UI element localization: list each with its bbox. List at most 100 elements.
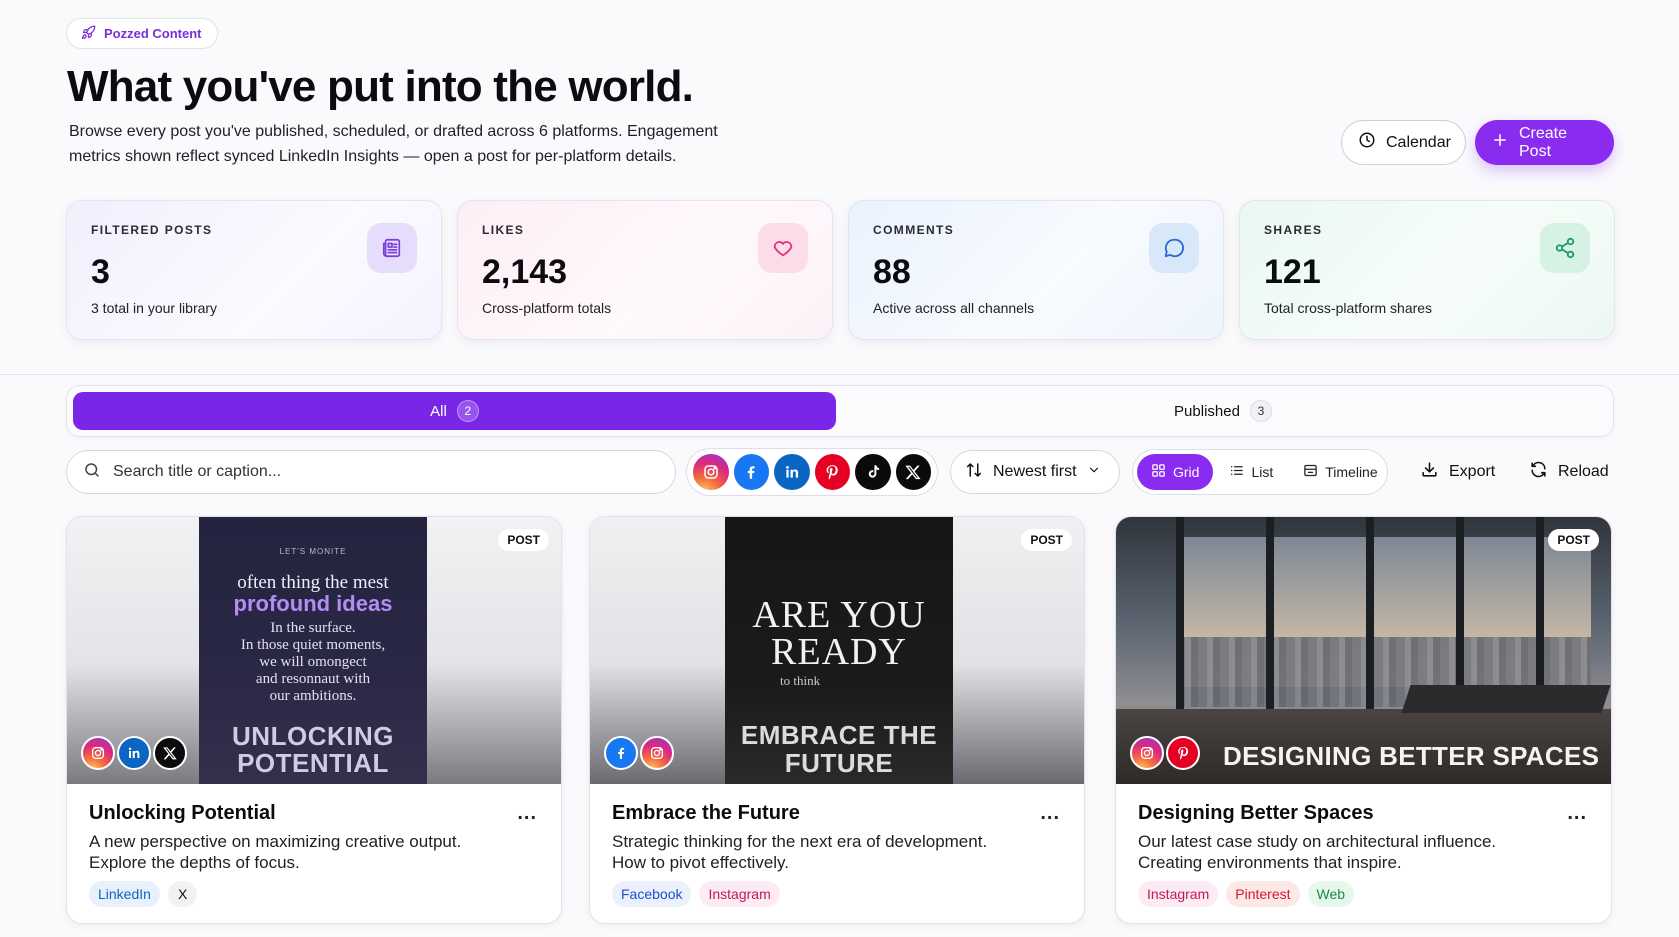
- poster-headline: ARE YOU READY: [725, 596, 953, 671]
- tiktok-icon: [868, 465, 879, 478]
- export-label: Export: [1449, 463, 1496, 480]
- more-options-button[interactable]: ...: [1567, 802, 1587, 825]
- card-title: Designing Better Spaces: [1138, 802, 1374, 824]
- post-badge: POST: [498, 529, 549, 551]
- card-description: Our latest case study on architectural i…: [1138, 831, 1589, 873]
- poster-headline: UNLOCKING POTENTIAL: [199, 723, 427, 777]
- poster-image: ARE YOU READY to think EMBRACE THE FUTUR…: [725, 517, 953, 784]
- card-description-line: Our latest case study on architectural i…: [1138, 832, 1497, 851]
- instagram-filter-button[interactable]: [693, 454, 729, 490]
- poster-image: LET'S MONITE often thing the mest profou…: [199, 517, 427, 784]
- calendar-label: Calendar: [1386, 133, 1451, 151]
- section-pill: Pozzed Content: [66, 18, 218, 49]
- stat-sub: Cross-platform totals: [482, 300, 612, 316]
- chip-pinterest: Pinterest: [1226, 881, 1300, 907]
- timeline-icon: [1303, 463, 1318, 481]
- linkedin-icon: [117, 736, 151, 770]
- platform-chips: Facebook Instagram: [612, 881, 1062, 907]
- view-label: Timeline: [1325, 464, 1378, 480]
- card-body: Unlocking Potential ... A new perspectiv…: [67, 784, 561, 923]
- linkedin-filter-button[interactable]: [774, 454, 810, 490]
- status-tabs: All 2 Published 3: [66, 385, 1614, 437]
- chip-web: Web: [1307, 881, 1355, 907]
- chip-facebook: Facebook: [612, 881, 692, 907]
- tab-count: 2: [456, 400, 479, 422]
- clock-icon: [1358, 131, 1376, 154]
- page-subtitle: Browse every post you've published, sche…: [69, 123, 718, 165]
- poster-headline-line: POTENTIAL: [237, 748, 389, 778]
- facebook-filter-button[interactable]: [733, 454, 769, 490]
- section-divider: [0, 374, 1679, 375]
- card-description: A new perspective on maximizing creative…: [89, 831, 539, 873]
- tab-label: Published: [1174, 402, 1240, 420]
- stat-card-filtered-posts: FILTERED POSTS 3 3 total in your library: [66, 200, 442, 340]
- post-thumbnail: DESIGNING BETTER SPACES POST: [1116, 517, 1611, 784]
- pinterest-icon: [1166, 736, 1200, 770]
- card-body: Designing Better Spaces ... Our latest c…: [1116, 784, 1611, 923]
- rocket-icon: [81, 25, 96, 43]
- chip-x: X: [167, 881, 198, 907]
- calendar-button[interactable]: Calendar: [1341, 120, 1466, 165]
- facebook-icon: [604, 736, 638, 770]
- instagram-icon: [81, 736, 115, 770]
- poster-headline-line: UNLOCKING: [232, 721, 394, 751]
- post-thumbnail: ARE YOU READY to think EMBRACE THE FUTUR…: [590, 517, 1084, 784]
- tab-label: All: [430, 402, 447, 420]
- pinterest-icon: [826, 465, 839, 480]
- tiktok-filter-button[interactable]: [855, 454, 891, 490]
- platform-chips: LinkedIn X: [89, 881, 539, 907]
- card-description-line: Strategic thinking for the next era of d…: [612, 832, 988, 851]
- pill-label: Pozzed Content: [104, 26, 202, 41]
- reload-button[interactable]: Reload: [1529, 450, 1609, 494]
- sort-arrows-icon: [965, 461, 983, 484]
- poster-body-line: In the surface.: [270, 620, 356, 636]
- instagram-icon: [640, 736, 674, 770]
- refresh-icon: [1529, 460, 1548, 484]
- more-options-button[interactable]: ...: [517, 802, 537, 825]
- stat-sub: Total cross-platform shares: [1264, 300, 1433, 316]
- view-grid-button[interactable]: Grid: [1137, 454, 1214, 490]
- heart-icon: [758, 223, 808, 273]
- view-list-button[interactable]: List: [1215, 454, 1287, 490]
- tab-all[interactable]: All 2: [73, 392, 836, 430]
- card-description-line: Creating environments that inspire.: [1138, 853, 1402, 872]
- create-post-button[interactable]: Create Post: [1475, 120, 1614, 165]
- card-description-line: How to pivot effectively.: [612, 853, 790, 872]
- more-options-button[interactable]: ...: [1040, 802, 1060, 825]
- poster-bottom-text: EMBRACE THE FUTURE: [725, 721, 953, 777]
- x-icon: [153, 736, 187, 770]
- poster-small-text: to think: [780, 673, 821, 688]
- platform-chips: Instagram Pinterest Web: [1138, 881, 1589, 907]
- poster-tag: LET'S MONITE: [279, 547, 347, 556]
- tab-published[interactable]: Published 3: [837, 392, 1609, 430]
- newspaper-icon: [367, 223, 417, 273]
- export-button[interactable]: Export: [1420, 450, 1495, 494]
- x-filter-button[interactable]: [895, 454, 931, 490]
- chevron-down-icon: [1087, 463, 1101, 482]
- post-card[interactable]: LET'S MONITE often thing the mest profou…: [66, 516, 562, 924]
- sort-dropdown[interactable]: Newest first: [950, 450, 1120, 494]
- post-card[interactable]: DESIGNING BETTER SPACES POST Designing B…: [1115, 516, 1612, 924]
- comment-icon: [1149, 223, 1199, 273]
- card-description: Strategic thinking for the next era of d…: [612, 831, 1062, 873]
- pinterest-filter-button[interactable]: [814, 454, 850, 490]
- linkedin-icon: [785, 466, 798, 478]
- list-icon: [1229, 463, 1244, 481]
- stat-card-likes: LIKES 2,143 Cross-platform totals: [457, 200, 833, 340]
- card-description-line: Explore the depths of focus.: [89, 853, 300, 872]
- post-badge: POST: [1021, 529, 1072, 551]
- search-input[interactable]: [113, 463, 659, 481]
- poster-bottom-line: EMBRACE THE: [740, 720, 938, 750]
- post-card[interactable]: ARE YOU READY to think EMBRACE THE FUTUR…: [589, 516, 1085, 924]
- chip-instagram: Instagram: [699, 881, 780, 907]
- card-body: Embrace the Future ... Strategic thinkin…: [590, 784, 1084, 923]
- poster-highlight: profound ideas: [233, 591, 393, 616]
- instagram-icon: [1130, 736, 1164, 770]
- platform-filter: [686, 448, 938, 496]
- download-icon: [1420, 460, 1439, 484]
- view-timeline-button[interactable]: Timeline: [1289, 454, 1391, 490]
- x-icon: [905, 465, 921, 480]
- share-icon: [1540, 223, 1590, 273]
- post-badge: POST: [1548, 529, 1599, 551]
- facebook-icon: [748, 466, 755, 479]
